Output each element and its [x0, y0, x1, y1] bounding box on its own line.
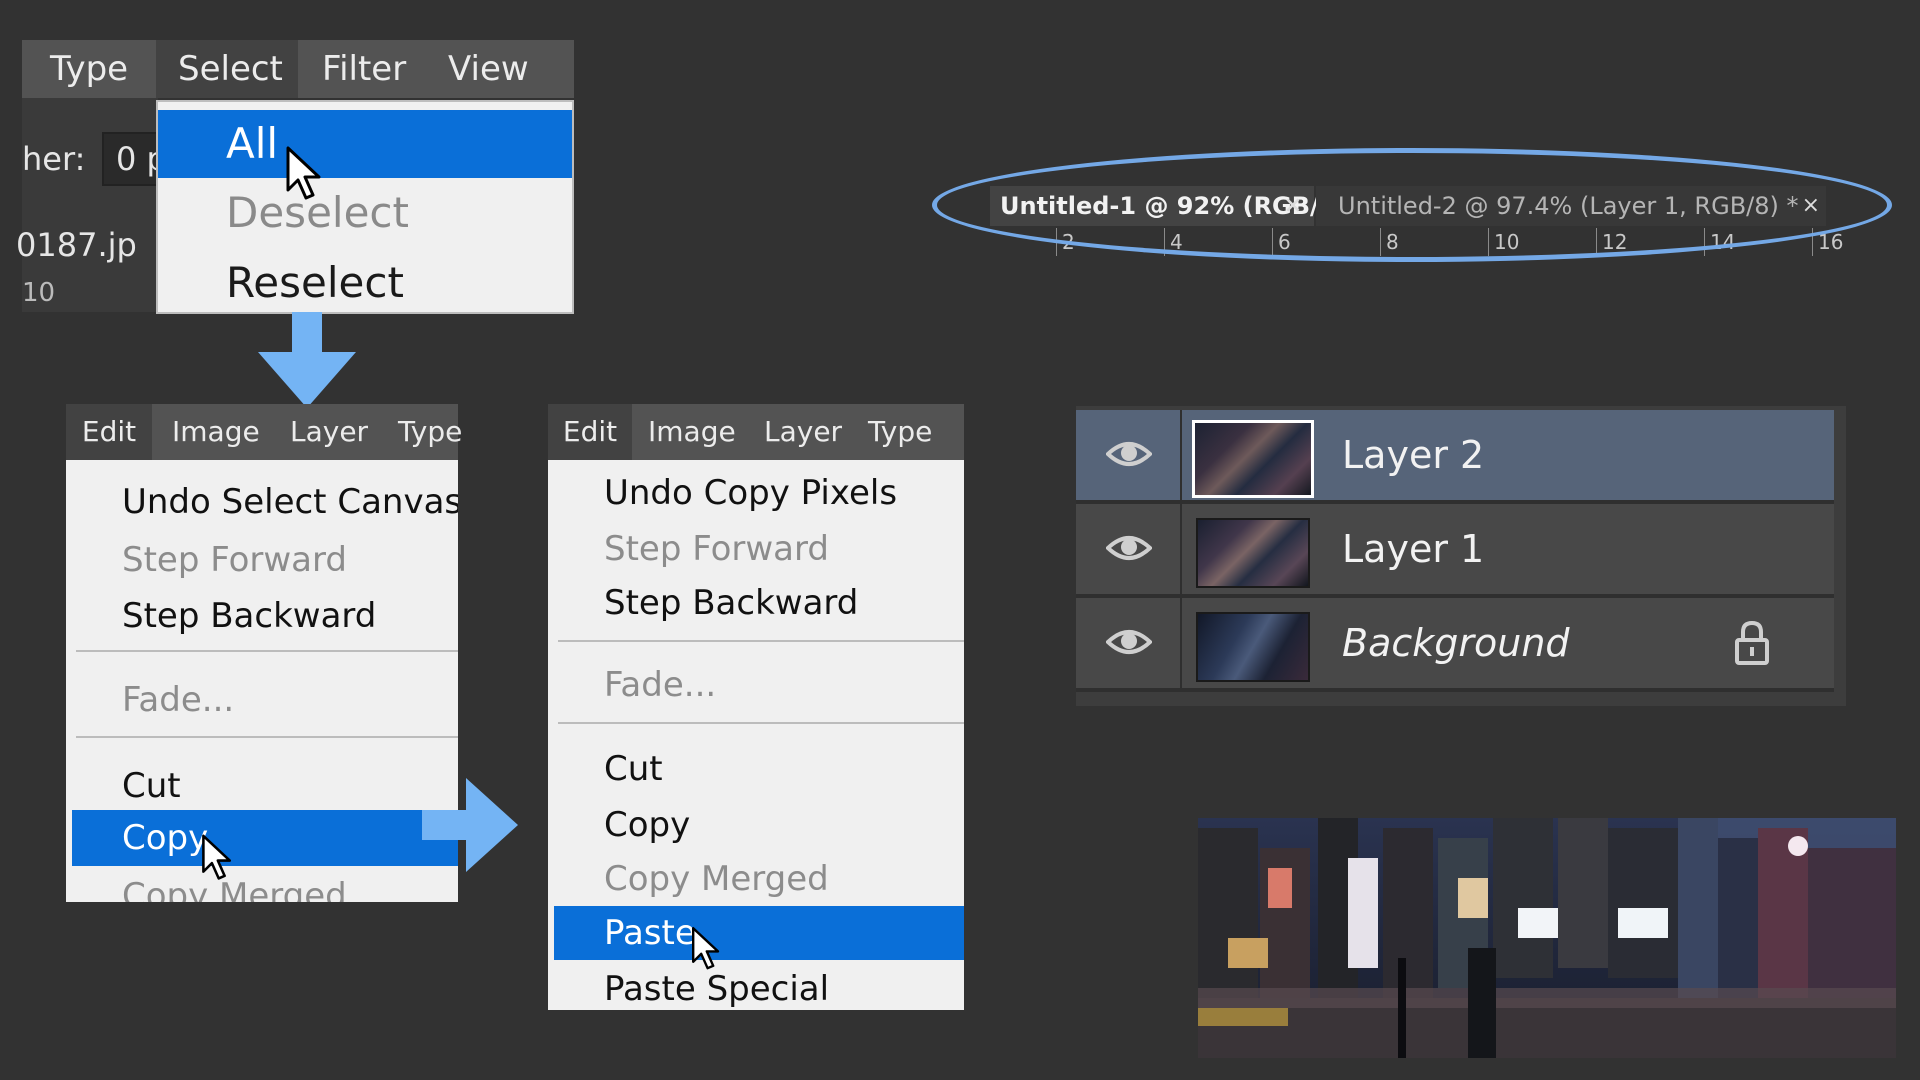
layer-row-background[interactable]: Background	[1076, 598, 1834, 688]
menu-item-step-backward[interactable]: Step Backward	[66, 588, 458, 644]
menu-item-step-forward[interactable]: Step Forward	[66, 532, 458, 588]
edit-dropdown-paste: Undo Copy Pixels Step Forward Step Backw…	[548, 460, 964, 1010]
layer-name[interactable]: Background	[1342, 598, 1570, 688]
options-bar-fragment: her: 0 p 0187.jp 10	[16, 98, 167, 312]
down-arrow-icon	[258, 312, 356, 408]
layers-panel: Layer 2 Layer 1 Background	[1076, 406, 1846, 706]
edit-menubar-paste: Edit Image Layer Type	[548, 404, 964, 460]
select-menubar: Type Select Filter View	[22, 40, 574, 98]
menu-separator	[76, 650, 458, 652]
menu-item-reselect[interactable]: Reselect	[158, 248, 572, 312]
ruler-fragment: 10	[22, 278, 56, 308]
cursor-arrow-icon	[202, 834, 232, 880]
menu-type[interactable]: Type	[398, 404, 462, 460]
menu-layer[interactable]: Layer	[290, 404, 368, 460]
eye-icon[interactable]	[1106, 438, 1152, 470]
menu-view[interactable]: View	[448, 40, 529, 98]
eye-icon[interactable]	[1106, 626, 1152, 658]
menu-type[interactable]: Type	[50, 40, 128, 98]
menu-separator	[558, 722, 964, 724]
menu-item-paste[interactable]: Paste	[554, 906, 964, 960]
right-arrow-icon	[422, 778, 518, 872]
times-square-photo	[1198, 818, 1896, 1058]
menu-edit[interactable]: Edit	[66, 404, 152, 460]
menu-select[interactable]: Select	[156, 40, 298, 98]
menu-layer[interactable]: Layer	[764, 404, 842, 460]
menu-item-undo[interactable]: Undo Select Canvas	[66, 474, 458, 530]
menu-item-copy-merged[interactable]: Copy Merged	[548, 852, 964, 906]
edit-dropdown-copy: Undo Select Canvas Step Forward Step Bac…	[66, 460, 458, 902]
layer-thumbnail	[1196, 612, 1310, 682]
menu-item-copy[interactable]: Copy	[548, 798, 964, 852]
file-tab-fragment[interactable]: 0187.jp	[16, 226, 137, 264]
highlight-ellipse	[932, 148, 1892, 262]
select-dropdown: All Deselect Reselect	[156, 100, 574, 314]
menu-filter[interactable]: Filter	[322, 40, 406, 98]
menu-image[interactable]: Image	[172, 404, 260, 460]
menu-item-copy[interactable]: Copy	[72, 810, 458, 866]
layer-thumbnail	[1196, 518, 1310, 588]
menu-item-cut[interactable]: Cut	[66, 758, 458, 814]
menu-item-cut[interactable]: Cut	[548, 742, 964, 796]
feather-label: her:	[22, 140, 86, 178]
layer-name[interactable]: Layer 1	[1342, 504, 1484, 594]
layer-row-layer-1[interactable]: Layer 1	[1076, 504, 1834, 594]
menu-item-step-backward[interactable]: Step Backward	[548, 576, 964, 630]
menu-type[interactable]: Type	[868, 404, 932, 460]
layer-thumbnail	[1192, 420, 1314, 498]
menu-image[interactable]: Image	[648, 404, 736, 460]
menu-separator	[558, 640, 964, 642]
menu-item-paste-special[interactable]: Paste Special	[548, 962, 964, 1010]
menu-item-copy-merged[interactable]: Copy Merged	[66, 868, 458, 902]
cursor-arrow-icon	[692, 927, 720, 970]
menu-edit[interactable]: Edit	[548, 404, 632, 460]
menu-separator	[76, 736, 458, 738]
layer-row-layer-2[interactable]: Layer 2	[1076, 410, 1834, 500]
edit-menubar-copy: Edit Image Layer Type	[66, 404, 462, 460]
menu-item-undo[interactable]: Undo Copy Pixels	[548, 466, 964, 520]
menu-item-step-forward[interactable]: Step Forward	[548, 522, 964, 576]
menu-item-all[interactable]: All	[158, 110, 572, 178]
menu-item-fade[interactable]: Fade...	[66, 672, 458, 728]
menu-item-fade[interactable]: Fade...	[548, 658, 964, 712]
menu-item-deselect[interactable]: Deselect	[158, 178, 572, 248]
cursor-arrow-icon	[286, 146, 321, 200]
layer-name[interactable]: Layer 2	[1342, 410, 1484, 500]
lock-icon[interactable]	[1734, 620, 1770, 666]
eye-icon[interactable]	[1106, 532, 1152, 564]
